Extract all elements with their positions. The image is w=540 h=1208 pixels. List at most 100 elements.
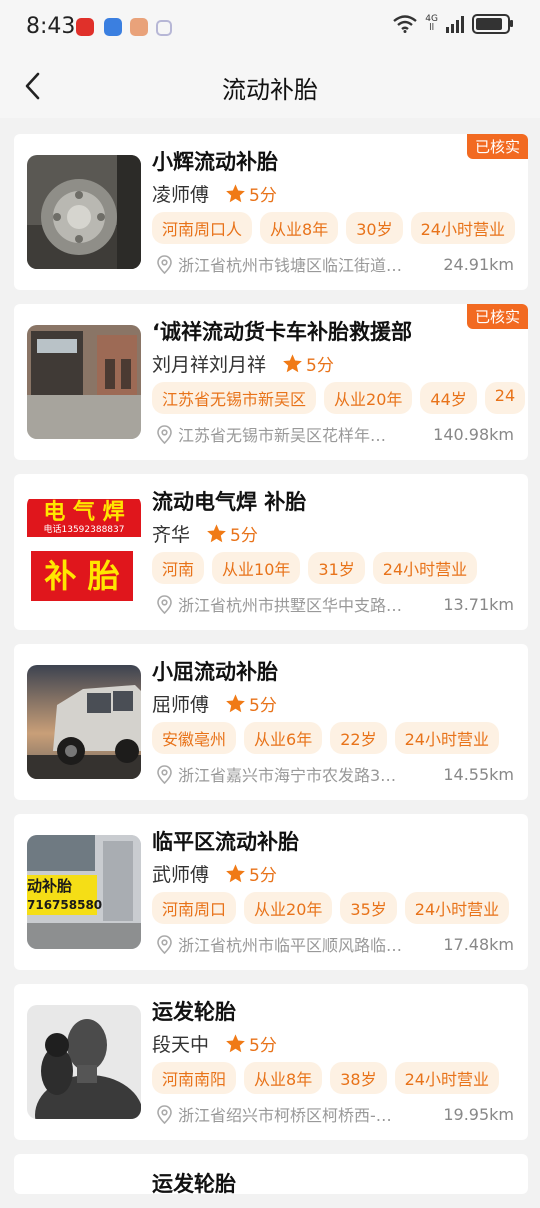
- rating-score: 5分: [230, 526, 258, 546]
- sign-banner: 电 气 焊 电话13592388837: [27, 499, 141, 537]
- shop-distance: 13.71km: [443, 594, 514, 614]
- shop-name: 运发轮胎: [152, 1000, 236, 1024]
- tag-age: 38岁: [330, 1062, 387, 1094]
- sign-text-tire: 补 胎: [31, 551, 133, 601]
- shop-card[interactable]: 小辉流动补胎 凌师傅 5分 河南周口人 从业8年 30岁 24小时营业 浙江省杭…: [14, 134, 528, 290]
- shop-name: 流动电气焊 补胎: [152, 490, 307, 514]
- tag-experience: 从业6年: [244, 722, 323, 754]
- network-activity: ll: [429, 23, 435, 33]
- tag-experience: 从业10年: [212, 552, 301, 584]
- status-bar: 8:43 4G ll: [0, 0, 540, 56]
- shop-card[interactable]: 动补胎 716758580 临平区流动补胎 武师傅 5分 河南周口 从业20年 …: [14, 814, 528, 970]
- nav-bar: 流动补胎: [0, 56, 540, 118]
- rating-score: 5分: [249, 186, 277, 206]
- tag-age: 30岁: [346, 212, 403, 244]
- verified-badge: 已核实: [466, 304, 528, 329]
- truck-sign-text: 动补胎: [27, 877, 73, 895]
- shop-card[interactable]: 小屈流动补胎 屈师傅 5分 安徽亳州 从业6年 22岁 24小时营业 浙江省嘉兴…: [14, 644, 528, 800]
- rating-score: 5分: [249, 866, 277, 886]
- shop-owner: 凌师傅: [152, 184, 210, 206]
- tag-experience: 从业20年: [324, 382, 413, 414]
- shop-card[interactable]: 电 气 焊 电话13592388837 补 胎 流动电气焊 补胎 齐华 5分 河…: [14, 474, 528, 630]
- shop-photo: 动补胎 716758580: [27, 835, 141, 949]
- shop-distance: 14.55km: [443, 764, 514, 784]
- tag-origin: 河南周口: [152, 892, 237, 924]
- location-pin-icon: [157, 764, 172, 784]
- tag-hours: 24小时营业: [410, 212, 515, 244]
- sign-phone: 电话13592388837: [43, 525, 125, 535]
- tag-hours: 24小时营业: [372, 552, 478, 584]
- truck-sign-phone: 716758580: [27, 898, 103, 912]
- notification-browser-icon: [104, 18, 122, 36]
- rating-score: 5分: [306, 356, 334, 376]
- signal-icon: [446, 15, 464, 33]
- tag-hours: 24小时营业: [404, 892, 510, 924]
- star-icon: [207, 524, 226, 543]
- shop-owner: 刘月祥刘月祥: [152, 354, 267, 376]
- shop-name: 运发轮胎: [152, 1172, 236, 1194]
- truck-sign: 动补胎 716758580: [27, 875, 103, 915]
- shop-address: 江苏省无锡市新吴区花样年…: [178, 426, 387, 445]
- tag-age: 35岁: [340, 892, 397, 924]
- shop-owner: 武师傅: [152, 864, 210, 886]
- location-pin-icon: [157, 934, 172, 954]
- sign-text-weld: 电 气 焊: [43, 499, 125, 525]
- tag-origin: 河南周口人: [152, 212, 253, 244]
- wifi-icon: [393, 15, 418, 33]
- location-pin-icon: [157, 254, 172, 274]
- tag-hours: 24: [484, 382, 526, 414]
- tag-experience: 从业8年: [260, 212, 339, 244]
- shop-photo: [27, 665, 141, 779]
- shop-list: 小辉流动补胎 凌师傅 5分 河南周口人 从业8年 30岁 24小时营业 浙江省杭…: [14, 134, 528, 1208]
- status-time: 8:43: [26, 14, 76, 39]
- shop-distance: 17.48km: [443, 934, 514, 954]
- shop-card[interactable]: ‘诚祥流动货卡车补胎救援部 刘月祥刘月祥 5分 江苏省无锡市新吴区 从业20年 …: [14, 304, 528, 460]
- page-title: 流动补胎: [222, 76, 318, 104]
- shop-owner: 屈师傅: [152, 694, 210, 716]
- notification-message-icon: [130, 18, 148, 36]
- shop-name: ‘诚祥流动货卡车补胎救援部: [152, 320, 412, 344]
- tag-origin: 安徽亳州: [152, 722, 237, 754]
- shop-photo: 电 气 焊 电话13592388837 补 胎: [27, 495, 141, 609]
- tag-hours: 24小时营业: [394, 722, 499, 754]
- tag-experience: 从业20年: [244, 892, 333, 924]
- shop-distance: 19.95km: [443, 1104, 514, 1124]
- rating-score: 5分: [249, 696, 277, 716]
- shop-owner: 段天中: [152, 1034, 210, 1056]
- shop-address: 浙江省杭州市拱墅区华中支路…: [178, 596, 403, 615]
- verified-badge: 已核实: [466, 134, 528, 159]
- shop-distance: 24.91km: [443, 254, 514, 274]
- notification-app-icon: [76, 18, 94, 36]
- battery-icon: [472, 14, 513, 34]
- shop-address: 浙江省绍兴市柯桥区柯桥西-…: [178, 1106, 392, 1125]
- location-pin-icon: [157, 1104, 172, 1124]
- tag-origin: 江苏省无锡市新吴区: [152, 382, 317, 414]
- tag-origin: 河南南阳: [152, 1062, 237, 1094]
- location-pin-icon: [157, 424, 172, 444]
- tag-age: 22岁: [330, 722, 387, 754]
- shop-owner: 齐华: [152, 524, 191, 546]
- shop-address: 浙江省嘉兴市海宁市农发路3…: [178, 766, 397, 785]
- tag-age: 31岁: [308, 552, 365, 584]
- tag-age: 44岁: [420, 382, 477, 414]
- star-icon: [226, 694, 245, 713]
- tag-origin: 河南: [152, 552, 205, 584]
- notification-user-icon: [156, 20, 172, 36]
- shop-name: 临平区流动补胎: [152, 830, 299, 854]
- tag-experience: 从业8年: [244, 1062, 323, 1094]
- tag-hours: 24小时营业: [394, 1062, 499, 1094]
- rating-score: 5分: [249, 1036, 277, 1056]
- location-pin-icon: [157, 594, 172, 614]
- shop-photo: [27, 1005, 141, 1119]
- network-type: 4G ll: [425, 15, 438, 33]
- shop-name: 小屈流动补胎: [152, 660, 278, 684]
- shop-address: 浙江省杭州市钱塘区临江街道…: [178, 256, 403, 275]
- shop-photo: [27, 155, 141, 269]
- star-icon: [226, 1034, 245, 1053]
- shop-address: 浙江省杭州市临平区顺风路临…: [178, 936, 403, 955]
- shop-card-partial[interactable]: 运发轮胎: [14, 1154, 528, 1194]
- shop-distance: 140.98km: [433, 424, 514, 444]
- shop-card[interactable]: 运发轮胎 段天中 5分 河南南阳 从业8年 38岁 24小时营业 浙江省绍兴市柯…: [14, 984, 528, 1140]
- star-icon: [283, 354, 302, 373]
- shop-photo: [27, 325, 141, 439]
